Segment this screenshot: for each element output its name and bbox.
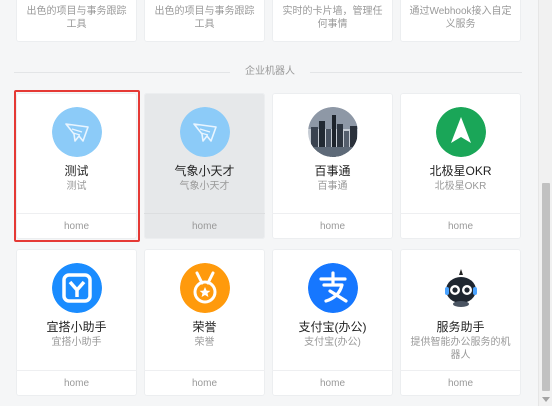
section-title: 企业机器人 [230,63,310,81]
robot-footer: home [144,370,265,396]
card-description: 通过Webhook接入自定义服务 [409,6,512,30]
north-star-icon [435,107,486,157]
robot-name: 宜搭小助手 [46,320,107,334]
city-skyline-icon [307,107,358,157]
robot-gallery: 出色的项目与事务跟踪工具 出色的项目与事务跟踪工具 实时的卡片墙，管理任何事情 … [0,0,552,406]
service-robot-icon [435,263,486,313]
robot-name: 百事通 [314,164,351,178]
robot-footer: home [144,213,265,239]
vertical-scrollbar[interactable] [538,0,552,406]
robot-name: 荣誉 [192,320,217,334]
robot-card-honor[interactable]: 荣誉 荣誉 home [144,249,265,396]
robot-description: 提供智能办公服务的机器人 [410,337,511,361]
robot-name: 气象小天才 [174,164,235,178]
robot-card-yida[interactable]: 宜搭小助手 宜搭小助手 home [16,249,137,396]
robot-name: 服务助手 [436,320,485,334]
robot-description: 测试 [66,181,87,192]
robot-card-test[interactable]: 测试 测试 home [14,90,140,242]
scrollbar-thumb[interactable] [542,183,550,391]
robot-description: 气象小天才 [179,181,230,192]
robot-footer: home [16,213,137,239]
robot-bird-icon [51,107,102,157]
robot-description: 荣誉 [194,337,215,348]
robot-footer: home [400,213,521,239]
robot-description: 北极星OKR [434,181,487,192]
robot-card-service[interactable]: 服务助手 提供智能办公服务的机器人 home [400,249,521,396]
robot-footer: home [272,370,393,396]
robot-bird-icon [179,107,230,157]
integration-card[interactable]: 出色的项目与事务跟踪工具 [16,0,137,42]
robot-name: 支付宝(办公) [298,320,367,334]
scroll-content: 出色的项目与事务跟踪工具 出色的项目与事务跟踪工具 实时的卡片墙，管理任何事情 … [0,0,537,406]
robot-card-weather[interactable]: 气象小天才 气象小天才 home [144,93,265,239]
card-description: 出色的项目与事务跟踪工具 [26,6,127,30]
robot-footer: home [272,213,393,239]
robot-footer: home [400,370,521,396]
robot-card-baishitong[interactable]: 百事通 百事通 home [272,93,393,239]
robot-name: 北极星OKR [429,164,492,178]
integration-card[interactable]: 实时的卡片墙，管理任何事情 [272,0,393,42]
alipay-icon [307,263,358,313]
robot-card-alipay[interactable]: 支付宝(办公) 支付宝(办公) home [272,249,393,396]
robot-name: 测试 [64,164,89,178]
robot-description: 宜搭小助手 [51,337,102,348]
robot-description: 百事通 [317,181,348,192]
yida-icon [51,263,102,313]
robot-footer: home [16,370,137,396]
integration-card[interactable]: 通过Webhook接入自定义服务 [400,0,521,42]
card-description: 出色的项目与事务跟踪工具 [154,6,255,30]
medal-icon [179,263,230,313]
robot-description: 支付宝(办公) [304,337,361,348]
integration-card[interactable]: 出色的项目与事务跟踪工具 [144,0,265,42]
scroll-down-arrow-icon[interactable] [542,397,550,402]
card-description: 实时的卡片墙，管理任何事情 [282,6,383,30]
robot-card-okr[interactable]: 北极星OKR 北极星OKR home [400,93,521,239]
